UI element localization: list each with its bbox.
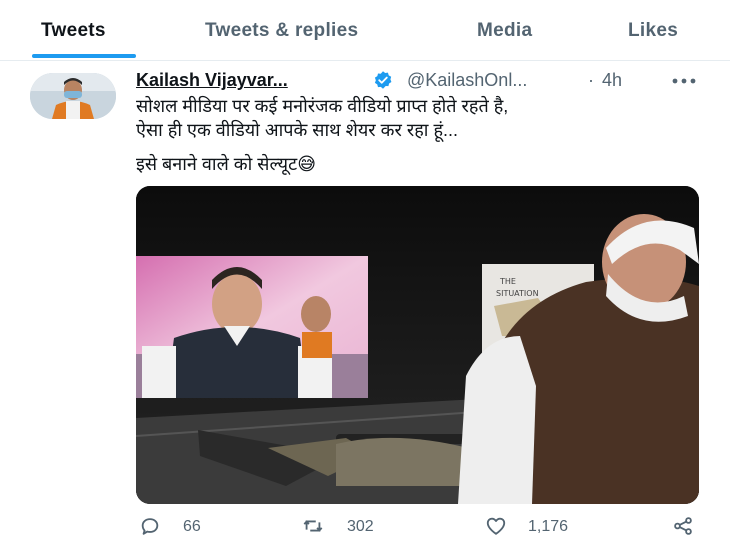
screen-sign-line-2: SITUATION: [496, 289, 539, 298]
reply-icon[interactable]: [139, 515, 161, 537]
tweet-text-line-3: इसे बनाने वाले को सेल्यूट😅: [136, 154, 316, 174]
author-name[interactable]: Kailash Vijayvar...: [136, 70, 288, 91]
active-tab-indicator: [32, 54, 136, 58]
profile-tabs: Tweets Tweets & replies Media Likes: [0, 0, 730, 61]
tab-media[interactable]: Media: [477, 20, 532, 42]
screen-sign-line-1: THE: [499, 277, 516, 286]
verified-badge-icon: [374, 71, 392, 89]
tweet-time[interactable]: 4h: [602, 70, 622, 91]
tab-tweets-and-replies[interactable]: Tweets & replies: [205, 20, 358, 42]
like-count: 1,176: [528, 518, 569, 535]
like-icon[interactable]: [485, 515, 507, 537]
tab-tweets[interactable]: Tweets: [41, 20, 106, 42]
tweet-text-line-1: सोशल मीडिया पर कई मनोरंजक वीडियो प्राप्त…: [136, 96, 509, 116]
reply-count: 66: [183, 518, 201, 535]
retweet-count: 302: [347, 518, 374, 535]
separator-dot: ·: [588, 70, 594, 90]
more-options-icon[interactable]: [671, 74, 697, 88]
video-frame: THE SITUATION: [136, 186, 699, 504]
avatar[interactable]: [30, 73, 116, 119]
tweet-actions: 66 302 1,176: [0, 512, 730, 542]
tweet-text-line-2: ऐसा ही एक वीडियो आपके साथ शेयर कर रहा हू…: [136, 120, 459, 140]
tab-likes[interactable]: Likes: [628, 20, 678, 42]
avatar-photo: [30, 73, 116, 119]
share-icon[interactable]: [672, 515, 694, 537]
tweet-video[interactable]: THE SITUATION: [136, 186, 699, 504]
retweet-icon[interactable]: [302, 515, 324, 537]
author-handle[interactable]: @KailashOnl...: [407, 70, 527, 91]
